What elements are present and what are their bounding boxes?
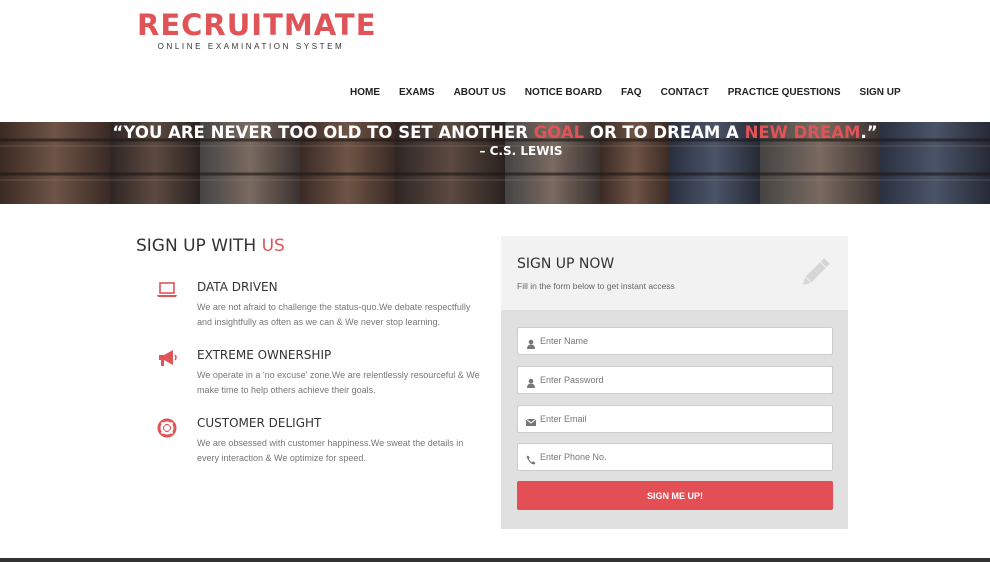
user-icon	[526, 375, 536, 388]
feature-text: We are obsessed with customer happiness.…	[197, 438, 464, 463]
nav-faq[interactable]: FAQ	[621, 87, 642, 98]
feature-title: CUSTOMER DELIGHT	[197, 416, 322, 430]
feature-text: We are not afraid to challenge the statu…	[197, 302, 471, 327]
name-input[interactable]	[540, 328, 825, 354]
brand-subtitle: ONLINE EXAMINATION SYSTEM	[157, 42, 345, 51]
password-field[interactable]	[517, 366, 833, 394]
nav-home[interactable]: HOME	[350, 87, 380, 98]
phone-icon	[526, 452, 536, 465]
quote-author: – C.S. LEWIS	[479, 144, 563, 158]
signup-form-card: SIGN UP NOW Fill in the form below to ge…	[501, 236, 848, 529]
feature-title: EXTREME OWNERSHIP	[197, 348, 332, 362]
name-field[interactable]	[517, 327, 833, 355]
user-icon	[526, 336, 536, 349]
phone-field[interactable]	[517, 443, 833, 471]
quote-part-mid: OR TO DREAM A	[584, 123, 745, 142]
footer-divider	[0, 558, 990, 562]
signup-title-accent: US	[261, 236, 285, 256]
nav-about-us[interactable]: ABOUT US	[454, 87, 506, 98]
nav-practice-questions[interactable]: PRACTICE QUESTIONS	[728, 87, 841, 98]
password-input[interactable]	[540, 367, 825, 393]
nav-sign-up[interactable]: SIGN UP	[860, 87, 901, 98]
nav-contact[interactable]: CONTACT	[661, 87, 709, 98]
quote-highlight-new-dream: NEW DREAM	[744, 123, 861, 142]
brand-title: RECRUITMATE	[137, 8, 377, 42]
sign-me-up-button[interactable]: SIGN ME UP!	[517, 481, 833, 510]
brand-logo[interactable]: RECRUITMATE ONLINE EXAMINATION SYSTEM	[137, 8, 377, 51]
quote-text: “YOU ARE NEVER TOO OLD TO SET ANOTHER GO…	[0, 122, 990, 144]
pencil-icon	[796, 254, 834, 292]
quote-part-close: .”	[860, 123, 878, 142]
hero-quote: “YOU ARE NEVER TOO OLD TO SET ANOTHER GO…	[0, 122, 990, 158]
hero-banner: “YOU ARE NEVER TOO OLD TO SET ANOTHER GO…	[0, 122, 990, 204]
feature-title: DATA DRIVEN	[197, 280, 278, 294]
email-input[interactable]	[540, 406, 825, 432]
laptop-icon	[156, 280, 180, 300]
nav-exams[interactable]: EXAMS	[399, 87, 435, 98]
quote-highlight-goal: GOAL	[533, 123, 585, 142]
feature-text: We operate in a 'no excuse' zone.We are …	[197, 370, 480, 395]
megaphone-icon	[156, 348, 180, 368]
quote-part-open: “YOU ARE NEVER TOO OLD TO SET ANOTHER	[112, 123, 534, 142]
form-header: SIGN UP NOW Fill in the form below to ge…	[501, 236, 848, 310]
main-nav: HOME EXAMS ABOUT US NOTICE BOARD FAQ CON…	[350, 87, 901, 98]
form-subtitle: Fill in the form below to get instant ac…	[517, 281, 675, 291]
life-ring-icon	[156, 416, 180, 438]
signup-title-main: SIGN UP WITH	[136, 236, 262, 256]
signup-section-title: SIGN UP WITH US	[136, 236, 285, 256]
envelope-icon	[525, 414, 537, 426]
form-title: SIGN UP NOW	[517, 256, 615, 272]
nav-notice-board[interactable]: NOTICE BOARD	[525, 87, 602, 98]
phone-input[interactable]	[540, 444, 825, 470]
email-field[interactable]	[517, 405, 833, 433]
